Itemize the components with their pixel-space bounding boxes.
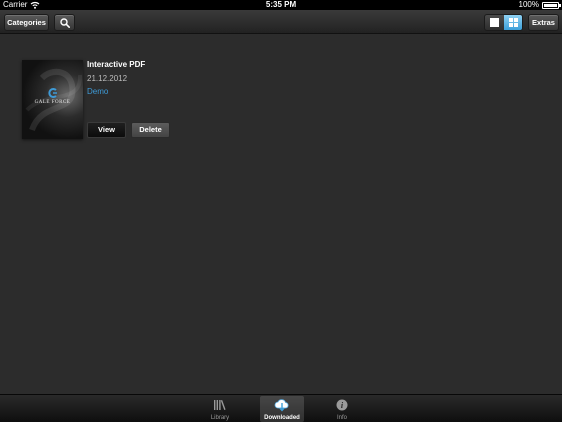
tab-library[interactable]: Library (198, 396, 242, 422)
tab-library-label: Library (210, 415, 230, 421)
tab-downloaded[interactable]: Downloaded (260, 396, 304, 422)
delete-button[interactable]: Delete (131, 122, 170, 138)
tab-info-label: Info (336, 415, 347, 421)
library-icon (214, 400, 226, 410)
clock-time: 5:35 PM (265, 0, 297, 9)
view-mode-toggle (484, 14, 523, 31)
info-icon: i (336, 399, 348, 411)
publication-cover[interactable]: GALE FORCE (22, 60, 83, 139)
search-icon (60, 18, 70, 28)
status-bar: Carrier 5:35 PM 100% (0, 0, 562, 10)
tab-downloaded-label: Downloaded (264, 415, 300, 421)
gale-force-logo-icon (48, 88, 57, 98)
categories-button[interactable]: Categories (4, 14, 49, 31)
tab-info[interactable]: i Info (320, 396, 364, 422)
publication-date: 21.12.2012 (87, 74, 128, 83)
battery-percentage: 100% (518, 0, 539, 9)
search-button[interactable] (54, 14, 75, 31)
single-view-icon (490, 18, 499, 27)
publication-title: Interactive PDF (87, 60, 146, 69)
publication-category-link[interactable]: Demo (87, 87, 108, 96)
grid-view-button[interactable] (504, 15, 522, 30)
top-toolbar: Categories Extras (0, 10, 562, 34)
extras-button[interactable]: Extras (528, 14, 559, 31)
battery-fill (544, 4, 557, 7)
cloud-download-icon (274, 399, 289, 412)
cover-brand-text: GALE FORCE (34, 100, 71, 105)
single-view-button[interactable] (485, 15, 504, 30)
bottom-tab-bar: Library Downloaded i Info (0, 394, 562, 422)
view-button[interactable]: View (87, 122, 126, 138)
battery-icon (542, 2, 561, 9)
